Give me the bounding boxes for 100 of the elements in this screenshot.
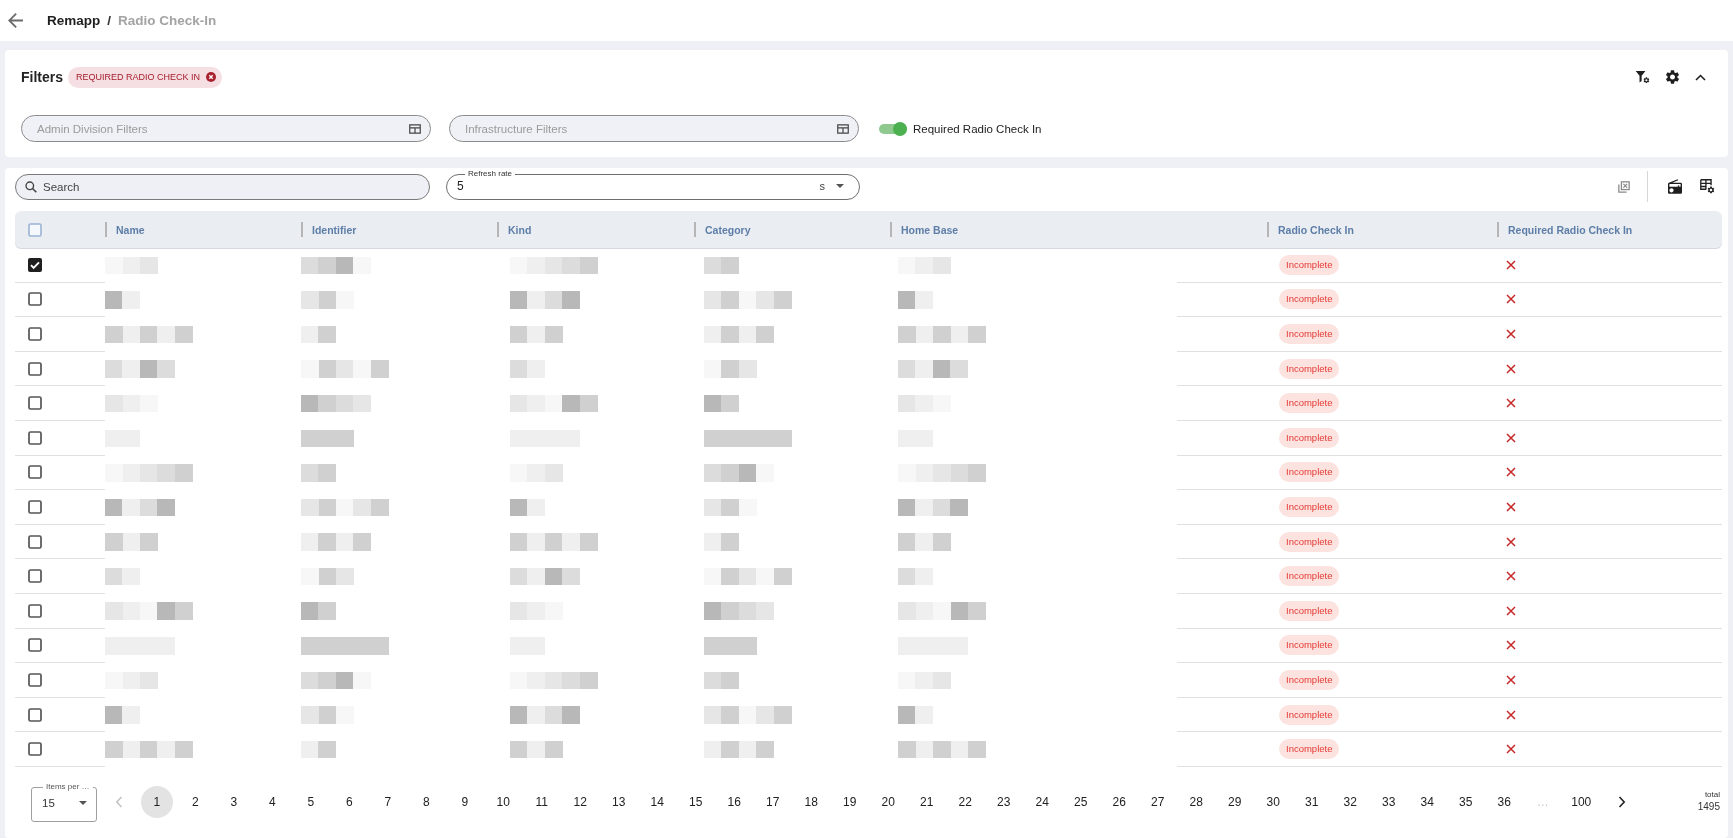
page-button[interactable]: 19 (833, 786, 866, 819)
column-header[interactable]: Radio Check In (1278, 223, 1354, 236)
total-label: total (1704, 789, 1720, 801)
status-badge: Incomplete (1279, 566, 1340, 587)
row-checkbox[interactable] (28, 430, 42, 445)
search-icon (25, 181, 37, 193)
row-checkbox[interactable] (28, 465, 42, 480)
blurred-text-placeholder (510, 740, 563, 759)
radio-icon[interactable] (1668, 179, 1682, 194)
row-checkbox[interactable] (28, 499, 42, 514)
page-button[interactable]: 33 (1372, 786, 1405, 819)
filter-chip[interactable]: REQUIRED RADIO CHECK IN (68, 66, 223, 88)
page-button[interactable]: 6 (333, 786, 366, 819)
stacked-squares-cross-icon[interactable] (1618, 180, 1630, 193)
page-button[interactable]: 7 (371, 786, 404, 819)
status-badge: Incomplete (1279, 496, 1340, 517)
page-button[interactable]: 34 (1411, 786, 1444, 819)
table-gear-icon[interactable] (1700, 179, 1715, 194)
column-header[interactable]: Home Base (901, 223, 959, 236)
page-button[interactable]: 15 (679, 786, 712, 819)
page-button[interactable]: 23 (987, 786, 1020, 819)
arrow-left-icon[interactable] (8, 13, 23, 28)
page-button[interactable]: 26 (1103, 786, 1136, 819)
page-button[interactable]: 29 (1218, 786, 1251, 819)
status-badge: Incomplete (1279, 531, 1340, 552)
page-button[interactable]: 21 (910, 786, 943, 819)
row-checkbox[interactable] (28, 292, 42, 307)
page-button[interactable]: 20 (872, 786, 905, 819)
items-per-page-select[interactable]: Items per … 15 (31, 782, 97, 823)
status-badge: Incomplete (1279, 739, 1340, 760)
page-button[interactable]: 24 (1026, 786, 1059, 819)
blurred-text-placeholder (704, 498, 757, 517)
page-button[interactable]: 14 (641, 786, 674, 819)
page-button[interactable]: 30 (1257, 786, 1290, 819)
row-checkbox[interactable] (28, 257, 42, 272)
page-button[interactable]: 13 (602, 786, 635, 819)
blurred-text-placeholder (301, 740, 336, 759)
page-button[interactable]: 18 (795, 786, 828, 819)
blurred-text-placeholder (105, 533, 158, 551)
page-button[interactable]: 100 (1565, 786, 1598, 819)
row-checkbox[interactable] (28, 638, 42, 653)
page-button[interactable]: 25 (1064, 786, 1097, 819)
blurred-text-placeholder (898, 706, 933, 724)
blurred-text-placeholder (704, 740, 774, 759)
funnel-gear-icon[interactable] (1635, 70, 1650, 84)
page-button[interactable]: 9 (448, 786, 481, 819)
page-button[interactable]: 2 (179, 786, 212, 819)
page-button[interactable]: 1 (140, 786, 173, 819)
column-header[interactable]: Kind (508, 223, 532, 236)
page-button[interactable]: 27 (1141, 786, 1174, 819)
chevron-right-icon[interactable] (1617, 796, 1626, 809)
blurred-text-placeholder (510, 602, 563, 620)
blurred-text-placeholder (704, 360, 757, 378)
table-icon[interactable] (409, 123, 421, 134)
page-button[interactable]: 3 (217, 786, 250, 819)
row-checkbox[interactable] (28, 534, 42, 549)
toggle-switch[interactable] (879, 121, 907, 136)
page-button[interactable]: 5 (294, 786, 327, 819)
page-button[interactable]: 28 (1180, 786, 1213, 819)
page-button[interactable]: 17 (756, 786, 789, 819)
dropdown-caret-icon[interactable] (79, 801, 87, 806)
row-checkbox[interactable] (28, 396, 42, 411)
table-icon[interactable] (837, 123, 849, 134)
row-checkbox[interactable] (28, 707, 42, 722)
chevron-up-icon[interactable] (1695, 73, 1706, 81)
page-button[interactable]: 10 (487, 786, 520, 819)
row-checkbox[interactable] (28, 327, 42, 341)
row-checkbox[interactable] (28, 742, 42, 757)
page-button[interactable]: 35 (1449, 786, 1482, 819)
dropdown-caret-icon[interactable] (836, 184, 844, 188)
row-checkbox[interactable] (28, 569, 42, 584)
page-button[interactable]: 4 (256, 786, 289, 819)
breadcrumb-link[interactable]: Remapp (47, 13, 101, 28)
search-field[interactable]: Search (15, 174, 430, 200)
row-checkbox[interactable] (28, 361, 42, 376)
page-button[interactable]: 12 (564, 786, 597, 819)
blurred-text-placeholder (704, 533, 739, 551)
blurred-text-placeholder (898, 256, 951, 275)
page-button[interactable]: 16 (718, 786, 751, 819)
column-header[interactable]: Name (116, 223, 145, 236)
settings-icon[interactable] (1666, 70, 1679, 84)
page-button[interactable]: 31 (1295, 786, 1328, 819)
close-icon[interactable] (206, 72, 217, 82)
page-button[interactable]: 22 (949, 786, 982, 819)
status-badge: Incomplete (1279, 358, 1340, 379)
page-button[interactable]: 36 (1488, 786, 1521, 819)
blurred-text-placeholder (301, 671, 371, 690)
blurred-text-placeholder (301, 291, 354, 309)
page-button[interactable]: 11 (525, 786, 558, 819)
blurred-text-placeholder (898, 360, 968, 378)
row-checkbox[interactable] (28, 603, 42, 618)
blurred-text-placeholder (301, 256, 371, 275)
blurred-text-placeholder (510, 291, 580, 309)
page-button[interactable]: 8 (410, 786, 443, 819)
column-header[interactable]: Identifier (312, 223, 357, 236)
column-header[interactable]: Category (705, 223, 751, 236)
column-header[interactable]: Required Radio Check In (1508, 223, 1633, 236)
page-button[interactable]: 32 (1334, 786, 1367, 819)
row-checkbox[interactable] (28, 672, 42, 687)
select-all-checkbox[interactable] (28, 222, 42, 237)
